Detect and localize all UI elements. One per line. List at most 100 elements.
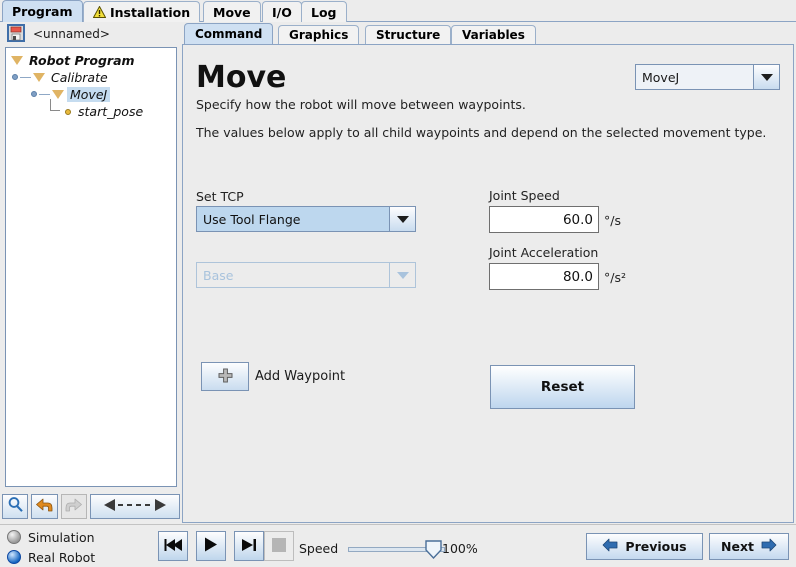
speed-value: 100% bbox=[442, 541, 478, 556]
reset-button[interactable]: Reset bbox=[490, 365, 635, 409]
previous-button-label: Previous bbox=[625, 539, 687, 554]
mode-real-robot-label: Real Robot bbox=[28, 549, 96, 565]
previous-button[interactable]: Previous bbox=[586, 533, 703, 560]
tab-program-label: Program bbox=[12, 4, 73, 19]
status-bar: Simulation Real Robot Speed 100% Previou… bbox=[0, 524, 796, 567]
expand-triangle-icon[interactable] bbox=[52, 90, 64, 99]
tab-io-label: I/O bbox=[272, 4, 292, 20]
joint-speed-unit: °/s bbox=[604, 213, 621, 228]
tab-graphics[interactable]: Graphics bbox=[278, 25, 360, 44]
waypoint-dot-icon bbox=[65, 108, 71, 115]
program-tree[interactable]: Robot Program Calibrate MoveJ start_pose bbox=[5, 47, 177, 487]
tab-variables[interactable]: Variables bbox=[451, 25, 536, 44]
next-button-label: Next bbox=[721, 539, 754, 554]
page-title: Move bbox=[196, 60, 287, 95]
joint-acceleration-value: 80.0 bbox=[562, 268, 593, 285]
stop-button bbox=[264, 531, 294, 561]
tree-connector bbox=[30, 86, 52, 103]
move-node-button[interactable] bbox=[89, 493, 181, 519]
joint-speed-value: 60.0 bbox=[562, 211, 593, 228]
tab-graphics-label: Graphics bbox=[289, 28, 349, 42]
tree-item-movej[interactable]: MoveJ bbox=[6, 86, 176, 103]
arrow-right-icon bbox=[761, 538, 777, 555]
skip-back-icon bbox=[164, 538, 183, 555]
tcp-label: Set TCP bbox=[196, 189, 244, 204]
move-left-right-icon bbox=[103, 498, 166, 515]
tab-variables-label: Variables bbox=[462, 28, 525, 42]
warning-icon bbox=[93, 6, 106, 18]
tree-item-start-pose[interactable]: start_pose bbox=[6, 99, 176, 120]
redo-arrow-icon bbox=[65, 497, 83, 516]
chevron-down-icon bbox=[396, 271, 409, 279]
plus-icon bbox=[218, 368, 233, 386]
tree-item-label: start_pose bbox=[78, 104, 144, 119]
move-type-value: MoveJ bbox=[642, 69, 680, 85]
move-type-dropdown-button[interactable] bbox=[753, 65, 779, 89]
mode-simulation[interactable]: Simulation bbox=[7, 527, 95, 547]
sub-tab-bar: Command Graphics Structure Variables bbox=[182, 23, 794, 44]
tree-item-label: Calibrate bbox=[51, 70, 108, 85]
radio-selected-icon[interactable] bbox=[7, 550, 21, 564]
joint-acceleration-label: Joint Acceleration bbox=[489, 245, 599, 260]
tab-command[interactable]: Command bbox=[184, 23, 274, 44]
tree-connector bbox=[11, 69, 33, 86]
play-button[interactable] bbox=[196, 531, 226, 561]
tab-command-label: Command bbox=[195, 27, 263, 41]
joint-speed-label: Joint Speed bbox=[489, 188, 560, 203]
tab-io[interactable]: I/O bbox=[262, 1, 302, 22]
tab-program[interactable]: Program bbox=[2, 0, 83, 22]
radio-unselected-icon[interactable] bbox=[7, 530, 21, 544]
program-file-name: <unnamed> bbox=[33, 27, 110, 41]
arrow-left-icon bbox=[602, 538, 618, 555]
page-description-2: The values below apply to all child wayp… bbox=[196, 125, 767, 140]
next-button[interactable]: Next bbox=[709, 533, 789, 560]
polyscope-window: Program Installation Move I/O Log <unnam… bbox=[0, 0, 796, 567]
undo-button[interactable] bbox=[31, 493, 58, 519]
tcp-dropdown-button[interactable] bbox=[389, 207, 415, 231]
feature-dropdown-button bbox=[389, 263, 415, 287]
command-panel: Move Specify how the robot will move bet… bbox=[182, 44, 794, 523]
tab-log[interactable]: Log bbox=[301, 1, 347, 22]
speed-label: Speed bbox=[299, 541, 339, 556]
tab-move-label: Move bbox=[213, 4, 251, 20]
rewind-button[interactable] bbox=[158, 531, 188, 561]
joint-acceleration-unit: °/s² bbox=[604, 270, 626, 285]
joint-acceleration-input[interactable]: 80.0 bbox=[489, 263, 599, 290]
tab-move[interactable]: Move bbox=[203, 1, 261, 22]
tab-log-label: Log bbox=[311, 4, 337, 20]
save-floppy-icon[interactable] bbox=[7, 23, 25, 45]
page-description-1: Specify how the robot will move between … bbox=[196, 97, 526, 112]
tab-installation[interactable]: Installation bbox=[83, 1, 201, 22]
play-icon bbox=[203, 537, 219, 555]
tree-item-label: Robot Program bbox=[29, 53, 135, 68]
feature-select: Base bbox=[196, 262, 416, 288]
tcp-select[interactable]: Use Tool Flange bbox=[196, 206, 416, 232]
search-button[interactable] bbox=[2, 493, 29, 519]
mode-real-robot[interactable]: Real Robot bbox=[7, 547, 95, 567]
expand-triangle-icon[interactable] bbox=[11, 56, 23, 65]
program-tree-panel: <unnamed> Robot Program Calibrate MoveJ … bbox=[0, 22, 181, 523]
mode-simulation-label: Simulation bbox=[28, 529, 95, 545]
feature-value: Base bbox=[203, 267, 234, 283]
chevron-down-icon bbox=[396, 215, 409, 223]
speed-slider-thumb[interactable] bbox=[425, 540, 442, 560]
add-waypoint-button[interactable] bbox=[201, 362, 249, 391]
tab-structure-label: Structure bbox=[376, 28, 441, 42]
undo-arrow-icon bbox=[35, 497, 53, 516]
tab-installation-label: Installation bbox=[110, 4, 191, 20]
step-button[interactable] bbox=[234, 531, 264, 561]
joint-speed-input[interactable]: 60.0 bbox=[489, 206, 599, 233]
skip-forward-icon bbox=[241, 538, 258, 555]
tree-item-robot-program[interactable]: Robot Program bbox=[6, 52, 176, 69]
tree-connector bbox=[49, 99, 65, 120]
expand-triangle-icon[interactable] bbox=[33, 73, 45, 82]
tree-item-label: MoveJ bbox=[67, 87, 111, 102]
main-tab-bar: Program Installation Move I/O Log bbox=[0, 0, 796, 22]
tree-toolbar bbox=[2, 492, 181, 520]
add-waypoint-label: Add Waypoint bbox=[255, 369, 346, 384]
move-type-select[interactable]: MoveJ bbox=[635, 64, 780, 90]
robot-mode-group: Simulation Real Robot bbox=[7, 527, 95, 567]
tree-item-calibrate[interactable]: Calibrate bbox=[6, 69, 176, 86]
redo-button bbox=[60, 493, 87, 519]
tab-structure[interactable]: Structure bbox=[365, 25, 452, 44]
